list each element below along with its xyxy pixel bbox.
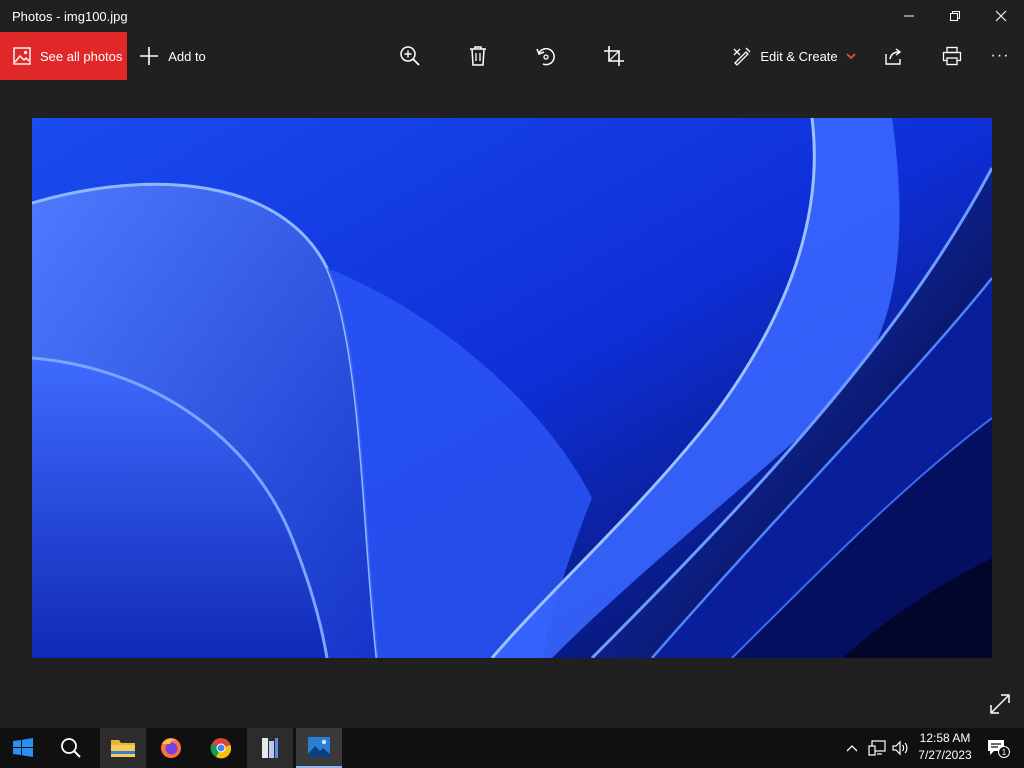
taskbar-firefox[interactable] xyxy=(148,728,194,768)
see-all-photos-label: See all photos xyxy=(40,48,123,64)
crop-button[interactable] xyxy=(594,32,634,80)
edit-create-label: Edit & Create xyxy=(760,48,838,64)
firefox-icon xyxy=(161,738,181,758)
notification-icon: 1 xyxy=(988,740,1010,758)
taskbar-clock[interactable]: 12:58 AM 7/27/2023 xyxy=(914,730,976,766)
taskbar-chrome[interactable] xyxy=(198,728,244,768)
rotate-button[interactable] xyxy=(526,32,566,80)
network-tray-button[interactable] xyxy=(866,728,888,768)
taskbar-file-explorer[interactable] xyxy=(100,728,146,768)
windows-logo-icon xyxy=(13,738,33,757)
clock-date: 7/27/2023 xyxy=(918,748,972,762)
taskbar-app-archive[interactable] xyxy=(247,728,293,768)
edit-create-button[interactable]: Edit & Create xyxy=(732,32,856,80)
folder-icon xyxy=(111,740,135,757)
crop-icon xyxy=(604,46,624,66)
network-icon xyxy=(868,740,886,756)
add-to-button[interactable]: Add to xyxy=(136,32,208,80)
archive-app-icon xyxy=(262,738,278,758)
minimize-button[interactable] xyxy=(886,0,932,32)
wallpaper-bloom-image xyxy=(32,118,992,658)
fullscreen-button[interactable] xyxy=(988,692,1012,716)
close-button[interactable] xyxy=(978,0,1024,32)
chevron-up-icon xyxy=(846,745,858,752)
photos-app-window: Photos - img100.jpg See all photos Add t… xyxy=(0,0,1024,728)
notifications-button[interactable]: 1 xyxy=(982,728,1014,768)
share-icon xyxy=(885,48,902,65)
zoom-button[interactable] xyxy=(390,32,430,80)
close-icon xyxy=(995,10,1007,22)
search-button[interactable] xyxy=(48,728,94,768)
minimize-icon xyxy=(904,15,914,17)
see-all-photos-button[interactable]: See all photos xyxy=(0,32,127,80)
rotate-icon xyxy=(536,47,555,66)
photos-icon xyxy=(13,47,31,65)
printer-icon xyxy=(942,46,962,66)
delete-button[interactable] xyxy=(458,32,498,80)
show-hidden-icons-button[interactable] xyxy=(842,728,862,768)
restore-icon xyxy=(950,11,960,21)
share-button[interactable] xyxy=(874,32,914,80)
title-bar: Photos - img100.jpg xyxy=(0,0,1024,32)
window-title: Photos - img100.jpg xyxy=(12,9,128,24)
chrome-icon xyxy=(210,738,232,759)
expand-icon xyxy=(990,694,1010,714)
edit-create-icon xyxy=(733,47,751,66)
speaker-icon xyxy=(892,740,908,756)
start-button[interactable] xyxy=(0,728,46,768)
plus-icon xyxy=(140,47,159,65)
restore-button[interactable] xyxy=(932,0,978,32)
volume-tray-button[interactable] xyxy=(890,728,912,768)
clock-time: 12:58 AM xyxy=(919,731,971,745)
taskbar: 12:58 AM 7/27/2023 1 xyxy=(0,728,1024,768)
search-icon xyxy=(61,738,81,758)
photo-canvas xyxy=(0,80,1024,728)
photo-toolbar: See all photos Add to Edit & Create ··· xyxy=(0,32,1024,80)
chevron-down-icon xyxy=(846,53,856,60)
notification-count: 1 xyxy=(1002,748,1007,757)
more-options-button[interactable]: ··· xyxy=(980,32,1020,80)
more-options-icon: ··· xyxy=(990,47,1010,64)
photos-app-icon xyxy=(308,737,330,757)
print-button[interactable] xyxy=(932,32,972,80)
zoom-in-icon xyxy=(400,46,420,66)
trash-icon xyxy=(470,46,486,66)
taskbar-photos[interactable] xyxy=(296,728,342,768)
photo-image[interactable] xyxy=(32,118,992,658)
add-to-label: Add to xyxy=(168,48,206,64)
